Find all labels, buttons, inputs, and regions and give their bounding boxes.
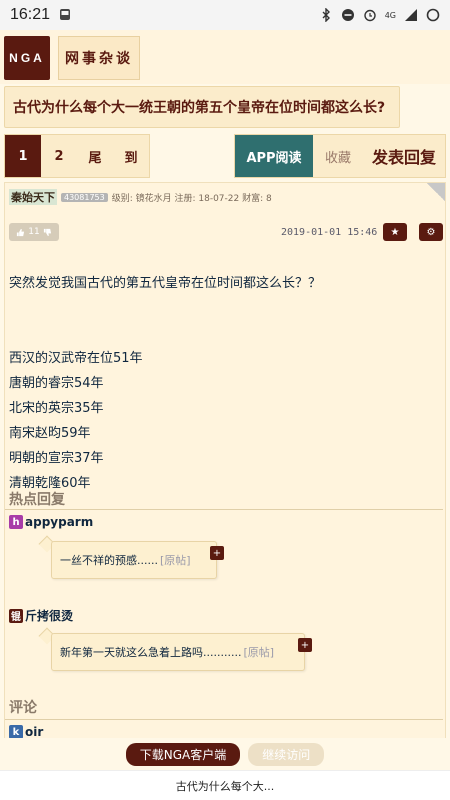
- battery-icon: [426, 8, 440, 22]
- star-icon: ★: [390, 226, 400, 238]
- star-button[interactable]: ★: [383, 223, 407, 241]
- dnd-icon: [341, 9, 354, 21]
- pagination: 1 2 尾 到: [4, 134, 150, 178]
- continue-button[interactable]: 继续访问: [248, 742, 325, 766]
- comments-heading: 评论: [9, 700, 37, 716]
- alarm-icon: [364, 9, 376, 22]
- status-time: 16:21: [10, 6, 51, 23]
- hot-reply-username: 斤拷很烫: [25, 609, 74, 623]
- vote-widget[interactable]: 11: [9, 223, 59, 241]
- top-nav: NGA 网事杂谈: [0, 30, 450, 84]
- thread-title: 古代为什么每个大一统王朝的第五个皇帝在位时间都这么长?: [13, 100, 386, 116]
- bus-icon: [60, 9, 71, 20]
- board-button[interactable]: 网事杂谈: [58, 36, 140, 80]
- status-bar: 16:21 4G: [0, 0, 450, 30]
- thread-title-box[interactable]: 古代为什么每个大一统王朝的第五个皇帝在位时间都这么长?: [4, 86, 400, 128]
- hot-reply-quote[interactable]: 一丝不祥的预感...... [原帖] +: [51, 541, 224, 579]
- page-title: 古代为什么每个大...: [175, 779, 275, 793]
- avatar: h: [9, 515, 23, 529]
- signal-icon: [405, 9, 417, 21]
- gear-icon: ⚙: [426, 226, 436, 238]
- post-line: 南宋赵昀59年: [9, 426, 91, 441]
- post-user-line: 秦始天下 43081753 级别: 镜花水月 注册: 18-07-22 财富: …: [9, 189, 272, 205]
- network-label: 4G: [384, 10, 396, 20]
- post-intro: 突然发觉我国古代的第五代皇帝在位时间都这么长？？: [9, 276, 322, 291]
- hot-reply-quote[interactable]: 新年第一天就这么急着上路吗........... [原帖] +: [51, 633, 312, 671]
- avatar: 锟: [9, 608, 23, 623]
- post-content: 突然发觉我国古代的第五代皇帝在位时间都这么长？？ 西汉的汉武帝在位51年 唐朝的…: [9, 271, 321, 496]
- post-line: 北宋的英宗35年: [9, 401, 104, 416]
- thread-actions: APP阅读 收藏 发表回复: [234, 134, 446, 178]
- reply-button[interactable]: 发表回复: [363, 135, 445, 177]
- post-line: 明朝的宣宗37年: [9, 451, 104, 466]
- goto-page-button[interactable]: 到: [113, 135, 149, 177]
- post-user-meta: 级别: 镜花水月 注册: 18-07-22 财富: 8: [111, 193, 272, 204]
- plus-icon[interactable]: +: [210, 546, 224, 560]
- download-app-button[interactable]: 下载NGA客户端: [125, 742, 241, 766]
- hot-reply-username: appyparm: [25, 515, 94, 529]
- page-2-button[interactable]: 2: [41, 135, 77, 177]
- app-download-banner: 下载NGA客户端 继续访问: [0, 738, 450, 770]
- hot-replies-heading: 热点回复: [9, 492, 65, 508]
- nga-logo-button[interactable]: NGA: [4, 36, 50, 80]
- thumb-up-icon[interactable]: [16, 228, 25, 237]
- original-post-link[interactable]: [原帖]: [243, 644, 274, 660]
- divider: [5, 719, 443, 720]
- vote-count: 11: [28, 227, 40, 237]
- post-uid-badge: 43081753: [61, 192, 108, 202]
- original-post-link[interactable]: [原帖]: [160, 552, 191, 568]
- browser-title-bar: 古代为什么每个大...: [0, 770, 450, 800]
- thumb-down-icon[interactable]: [43, 228, 52, 237]
- app-read-button[interactable]: APP阅读: [235, 135, 313, 177]
- post-corner-fold: [427, 183, 445, 201]
- page-1-button[interactable]: 1: [5, 135, 41, 177]
- hot-reply-text: 一丝不祥的预感......: [60, 554, 158, 567]
- settings-button[interactable]: ⚙: [419, 223, 443, 241]
- hot-reply-user[interactable]: 锟 斤拷很烫: [9, 607, 73, 624]
- hot-reply-text: 新年第一天就这么急着上路吗...........: [60, 646, 242, 659]
- comment-username: oir: [25, 725, 44, 739]
- comment-user[interactable]: k oir: [9, 725, 43, 739]
- hot-reply-user[interactable]: h appyparm: [9, 515, 93, 529]
- plus-icon[interactable]: +: [298, 638, 312, 652]
- divider: [5, 509, 443, 510]
- bluetooth-icon: [322, 8, 330, 22]
- post-line: 唐朝的睿宗54年: [9, 376, 104, 391]
- post-line: 西汉的汉武帝在位51年: [9, 351, 143, 366]
- post-username[interactable]: 秦始天下: [9, 189, 57, 205]
- post-date: 2019-01-01 15:46: [281, 227, 378, 238]
- last-page-button[interactable]: 尾: [77, 135, 113, 177]
- post-card: 秦始天下 43081753 级别: 镜花水月 注册: 18-07-22 财富: …: [4, 182, 446, 742]
- avatar: k: [9, 725, 23, 739]
- favorite-button[interactable]: 收藏: [313, 135, 363, 177]
